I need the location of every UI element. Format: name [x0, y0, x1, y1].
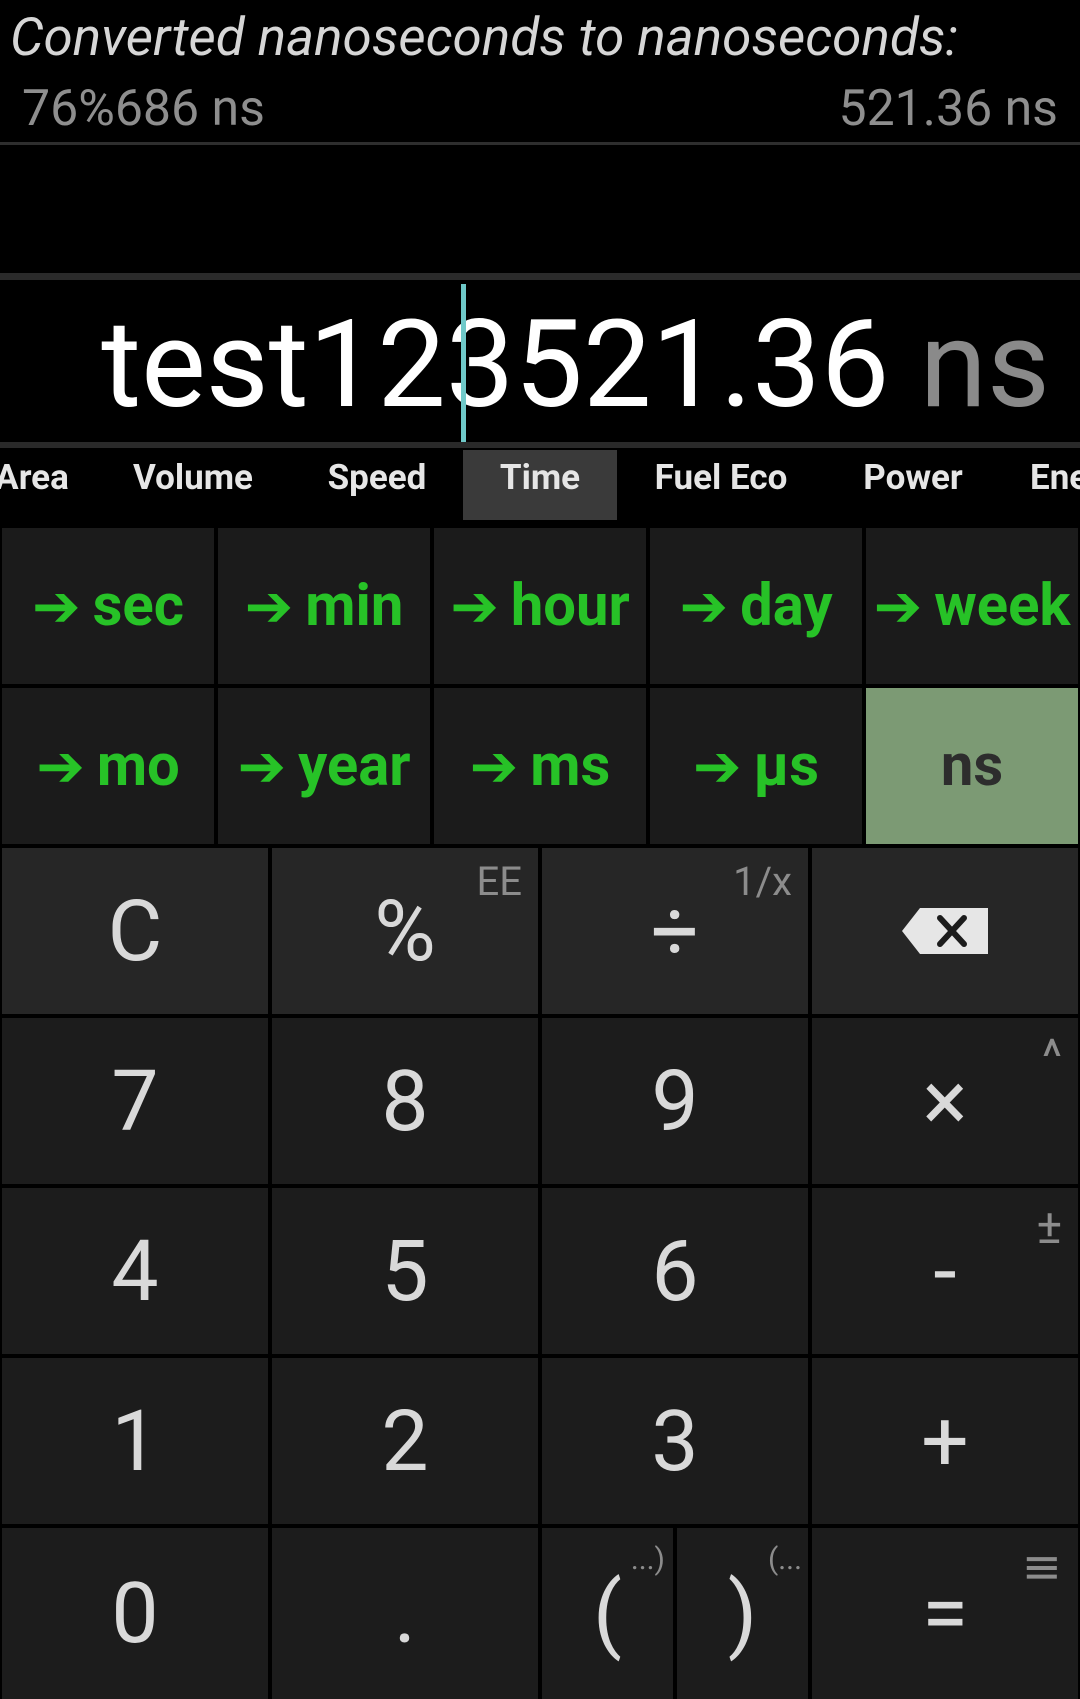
reciprocal-secondary-label: 1/x	[733, 858, 792, 905]
arrow-right-icon: ➔	[450, 572, 499, 641]
tab-speed[interactable]: Speed	[300, 450, 454, 520]
digit-6-button[interactable]: 6	[542, 1188, 808, 1354]
menu-lines-icon: ≡	[1021, 1538, 1062, 1595]
open-paren-button[interactable]: (...)	[542, 1528, 673, 1699]
display-unit: ns	[889, 293, 1050, 436]
digit-9-button[interactable]: 9	[542, 1018, 808, 1184]
key-label: 4	[111, 1221, 159, 1321]
unit-button-hour[interactable]: ➔ hour	[434, 528, 646, 684]
key-label: )	[727, 1564, 758, 1663]
key-label: 7	[111, 1051, 159, 1151]
divider	[0, 442, 1080, 448]
unit-label: day	[740, 572, 833, 640]
unit-button-sec[interactable]: ➔ sec	[2, 528, 214, 684]
clear-button[interactable]: C	[2, 848, 268, 1014]
unit-label: week	[934, 572, 1071, 640]
power-secondary-label: ^	[1041, 1028, 1062, 1085]
digit-2-button[interactable]: 2	[272, 1358, 538, 1524]
multiply-button[interactable]: × ^	[812, 1018, 1078, 1184]
backspace-icon	[902, 908, 988, 954]
unit-label: mo	[96, 732, 180, 800]
digit-3-button[interactable]: 3	[542, 1358, 808, 1524]
digit-4-button[interactable]: 4	[2, 1188, 268, 1354]
display-text-before-cursor: test12	[101, 293, 446, 436]
tab-time[interactable]: Time	[463, 450, 617, 520]
key-label: 0	[111, 1564, 159, 1663]
backspace-button[interactable]	[812, 848, 1078, 1014]
unit-label: ms	[530, 732, 611, 800]
key-label: +	[921, 1391, 969, 1491]
plus-button[interactable]: +	[812, 1358, 1078, 1524]
unit-label: hour	[510, 572, 630, 640]
key-label: .	[393, 1564, 417, 1663]
key-label: 9	[651, 1051, 699, 1151]
key-label: 3	[651, 1391, 699, 1491]
arrow-right-icon: ➔	[237, 732, 287, 801]
unit-button-year[interactable]: ➔ year	[218, 688, 430, 844]
arrow-right-icon: ➔	[469, 732, 519, 801]
decimal-point-button[interactable]: .	[272, 1528, 538, 1699]
arrow-right-icon: ➔	[32, 572, 81, 641]
unit-label: min	[305, 572, 404, 640]
unit-label: ns	[940, 732, 1004, 800]
key-label: %	[374, 881, 436, 981]
equals-button[interactable]: = ≡	[812, 1528, 1078, 1699]
key-label: C	[107, 881, 163, 981]
history-expression: 76%686 ns	[22, 80, 265, 138]
unit-label: µs	[753, 732, 820, 800]
divide-button[interactable]: ÷ 1/x	[542, 848, 808, 1014]
minus-button[interactable]: - ±	[812, 1188, 1078, 1354]
arrow-right-icon: ➔	[679, 572, 729, 641]
divider	[0, 142, 1080, 145]
close-paren-button[interactable]: ) (...	[677, 1528, 808, 1699]
unit-label: sec	[92, 572, 184, 640]
main-display[interactable]: test123521.36 ns	[0, 280, 1080, 444]
history-result: 521.36 ns	[838, 80, 1058, 138]
digit-0-button[interactable]: 0	[2, 1528, 268, 1699]
digit-8-button[interactable]: 8	[272, 1018, 538, 1184]
key-label: 8	[381, 1051, 429, 1151]
key-label: 1	[111, 1391, 159, 1491]
arrow-right-icon: ➔	[692, 732, 742, 801]
close-paren-secondary-label: (...	[768, 1542, 802, 1577]
unit-button-min[interactable]: ➔ min	[218, 528, 430, 684]
tab-volume[interactable]: Volume	[112, 450, 274, 520]
arrow-right-icon: ➔	[873, 572, 923, 641]
arrow-right-icon: ➔	[36, 732, 85, 801]
unit-label: year	[298, 732, 411, 800]
text-cursor	[461, 284, 466, 444]
key-label: -	[933, 1221, 957, 1321]
key-label: ÷	[651, 881, 699, 981]
display-text-after-cursor: 3521.36	[445, 293, 890, 436]
key-label: =	[921, 1564, 969, 1663]
key-label: (	[593, 1564, 622, 1663]
open-paren-secondary-label: ...)	[630, 1542, 665, 1577]
tab-power[interactable]: Power	[832, 450, 994, 520]
tab-fuel-eco[interactable]: Fuel Eco	[640, 450, 802, 520]
unit-button-ns-selected[interactable]: ns	[866, 688, 1078, 844]
ee-secondary-label: EE	[476, 858, 522, 905]
tab-energy[interactable]: Ene	[1030, 450, 1080, 520]
key-label: 5	[381, 1221, 429, 1321]
plus-minus-secondary-label: ±	[1036, 1198, 1062, 1255]
tab-area[interactable]: Area	[0, 450, 72, 520]
key-label: ×	[922, 1051, 968, 1151]
digit-7-button[interactable]: 7	[2, 1018, 268, 1184]
unit-button-ms[interactable]: ➔ ms	[434, 688, 646, 844]
arrow-right-icon: ➔	[244, 572, 294, 641]
key-label: 2	[381, 1391, 429, 1491]
history-entry[interactable]: 76%686 ns 521.36 ns	[0, 80, 1080, 140]
key-label: 6	[651, 1221, 699, 1321]
percent-button[interactable]: % EE	[272, 848, 538, 1014]
digit-5-button[interactable]: 5	[272, 1188, 538, 1354]
divider	[0, 273, 1080, 280]
history-title: Converted nanoseconds to nanoseconds:	[10, 6, 959, 68]
unit-button-week[interactable]: ➔ week	[866, 528, 1078, 684]
digit-1-button[interactable]: 1	[2, 1358, 268, 1524]
unit-button-mo[interactable]: ➔ mo	[2, 688, 214, 844]
unit-button-us[interactable]: ➔ µs	[650, 688, 862, 844]
unit-button-day[interactable]: ➔ day	[650, 528, 862, 684]
display-value: test123521.36 ns	[101, 300, 1050, 430]
category-tabs: Area Volume Speed Time Fuel Eco Power En…	[0, 450, 1080, 520]
